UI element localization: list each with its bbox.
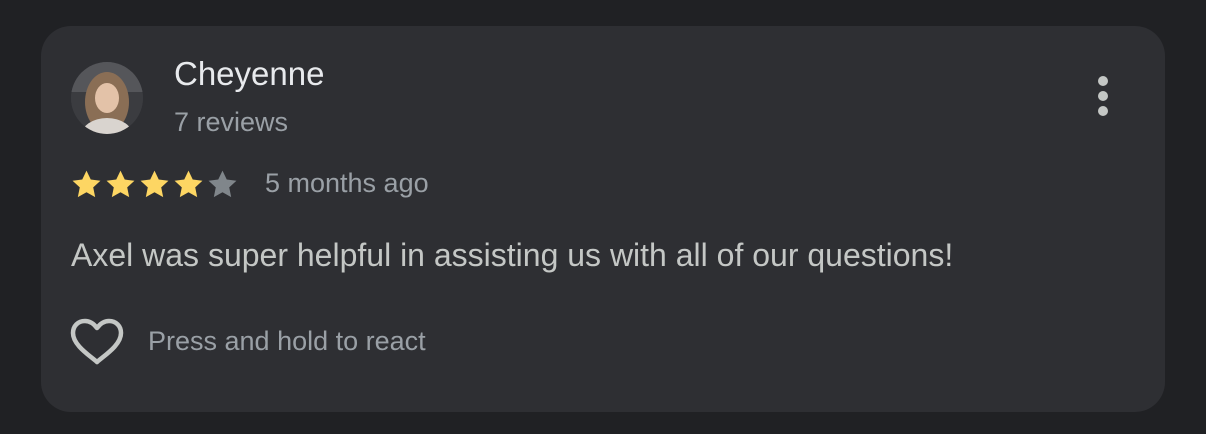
react-button[interactable] — [69, 318, 125, 366]
avatar-image — [71, 62, 143, 134]
star-filled-icon — [71, 169, 102, 199]
star-filled-icon — [105, 169, 136, 199]
review-card: Cheyenne 7 reviews 5 months ago Axel was… — [41, 26, 1165, 412]
star-empty-icon — [207, 169, 238, 199]
review-time: 5 months ago — [265, 168, 429, 198]
star-filled-icon — [173, 169, 204, 199]
react-hint: Press and hold to react — [148, 326, 426, 356]
more-vert-icon — [1098, 76, 1108, 86]
star-filled-icon — [139, 169, 170, 199]
more-options-button[interactable] — [1088, 70, 1118, 122]
author-name[interactable]: Cheyenne — [174, 55, 324, 93]
review-text: Axel was super helpful in assisting us w… — [71, 237, 954, 273]
heart-outline-icon — [70, 318, 124, 365]
avatar[interactable] — [71, 62, 143, 134]
review-count[interactable]: 7 reviews — [174, 107, 288, 138]
star-rating — [71, 169, 238, 199]
